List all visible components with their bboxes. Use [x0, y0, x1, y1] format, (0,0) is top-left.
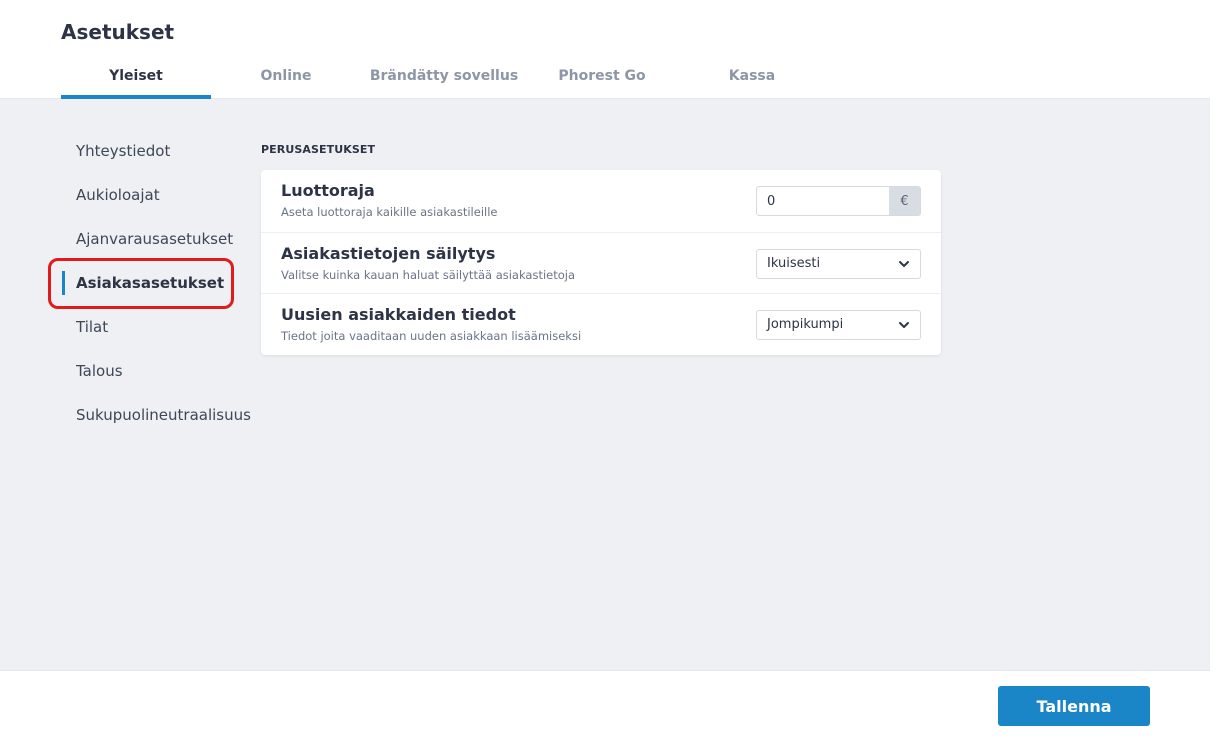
new-client-info-select[interactable]: Jompikumpi [756, 310, 921, 340]
row-title: Luottoraja [281, 181, 375, 200]
section-title: PERUSASETUKSET [261, 143, 376, 156]
sidebar-item-yhteystiedot[interactable]: Yhteystiedot [76, 142, 170, 160]
sidebar-item-aukioloajat[interactable]: Aukioloajat [76, 186, 160, 204]
data-retention-select[interactable]: Ikuisesti [756, 249, 921, 279]
sidebar-item-sukupuolineutraalisuus[interactable]: Sukupuolineutraalisuus [76, 406, 251, 424]
select-value: Ikuisesti [767, 256, 821, 271]
sidebar-item-tilat[interactable]: Tilat [76, 318, 108, 336]
tab-branded-app[interactable]: Brändätty sovellus [364, 68, 524, 99]
chevron-down-icon [899, 261, 909, 267]
credit-limit-input-group: € [756, 186, 921, 216]
settings-row-data-retention: Asiakastietojen säilytys Valitse kuinka … [261, 232, 941, 294]
scrollbar[interactable] [1210, 0, 1224, 738]
sidebar-item-ajanvarausasetukset[interactable]: Ajanvarausasetukset [76, 230, 233, 248]
row-title: Uusien asiakkaiden tiedot [281, 305, 516, 324]
row-description: Valitse kuinka kauan haluat säilyttää as… [281, 268, 576, 282]
sidebar-item-talous[interactable]: Talous [76, 362, 123, 380]
row-title: Asiakastietojen säilytys [281, 244, 496, 263]
settings-row-new-client-info: Uusien asiakkaiden tiedot Tiedot joita v… [261, 293, 941, 355]
euro-addon: € [889, 187, 920, 215]
row-description: Aseta luottoraja kaikille asiakastileill… [281, 205, 498, 219]
tab-kassa[interactable]: Kassa [712, 68, 792, 99]
settings-card: Luottoraja Aseta luottoraja kaikille asi… [261, 170, 941, 355]
tab-online[interactable]: Online [236, 68, 336, 99]
page-title: Asetukset [61, 20, 175, 44]
credit-limit-input[interactable] [757, 187, 890, 215]
select-value: Jompikumpi [767, 317, 844, 332]
settings-row-luottoraja: Luottoraja Aseta luottoraja kaikille asi… [261, 170, 941, 232]
tab-phorest-go[interactable]: Phorest Go [547, 68, 657, 99]
row-description: Tiedot joita vaaditaan uuden asiakkaan l… [281, 329, 582, 343]
chevron-down-icon [899, 322, 909, 328]
highlight-annotation [48, 258, 234, 309]
tab-yleiset[interactable]: Yleiset [61, 68, 211, 99]
header: Asetukset Yleiset Online Brändätty sovel… [0, 0, 1210, 99]
save-button[interactable]: Tallenna [998, 686, 1150, 726]
